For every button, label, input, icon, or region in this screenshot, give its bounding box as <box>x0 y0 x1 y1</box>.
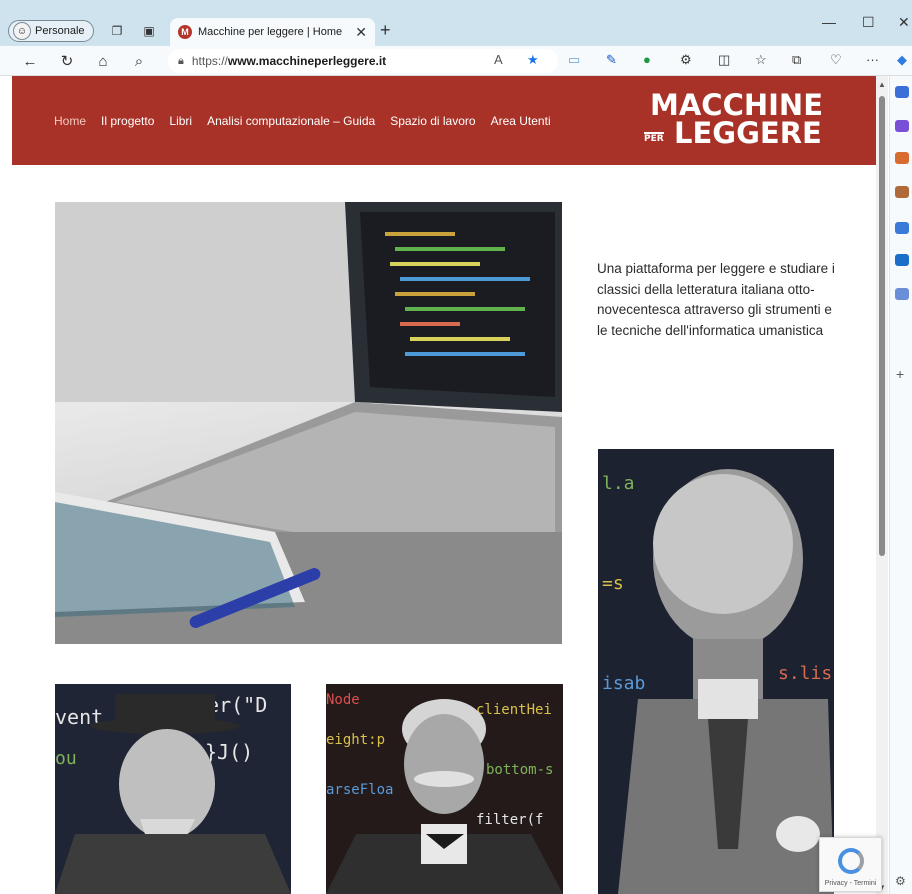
hero-laptop-image <box>55 202 562 644</box>
site-logo[interactable]: MACCHINE PER LEGGERE <box>642 88 842 152</box>
extensions-icon[interactable]: ⚙ <box>680 52 692 68</box>
logo-per: PER <box>644 132 664 144</box>
collections-icon[interactable]: ⧉ <box>792 52 801 68</box>
window-close-button[interactable]: ✕ <box>898 14 910 31</box>
nav-area-utenti[interactable]: Area Utenti <box>491 114 551 128</box>
svg-text:}J(): }J() <box>205 740 253 764</box>
nav-libri[interactable]: Libri <box>169 114 192 128</box>
grammarly-icon[interactable]: ● <box>643 52 651 67</box>
browser-tab-bar: ☺ Personale ❐ ▣ M Macchine per leggere |… <box>0 0 912 46</box>
url-host: www.macchineperleggere.it <box>227 54 387 68</box>
profile-button[interactable]: ☺ Personale <box>8 20 94 42</box>
site-favicon-icon: M <box>178 25 192 39</box>
star-icon[interactable]: ★ <box>527 52 539 68</box>
svg-text:s.lis: s.lis <box>778 663 832 684</box>
edge-sidebar: + ⚙ <box>889 76 912 894</box>
svg-text:arseFloa: arseFloa <box>326 782 393 798</box>
url-scheme: https:// <box>191 54 228 68</box>
svg-text:eight:p: eight:p <box>326 732 385 748</box>
copilot-icon[interactable]: ◆ <box>897 52 907 68</box>
back-icon[interactable]: ← <box>20 51 40 71</box>
svg-text:l.a: l.a <box>602 473 635 494</box>
home-icon[interactable]: ⌂ <box>93 51 113 71</box>
sidebar-outlook-icon[interactable] <box>895 254 909 266</box>
intro-text: Una piattaforma per leggere e studiare i… <box>597 261 835 338</box>
tab-close-icon[interactable]: ✕ <box>355 24 367 41</box>
sidebar-add-icon[interactable]: + <box>896 366 904 382</box>
main-menu: Home Il progetto Libri Analisi computazi… <box>54 114 551 128</box>
browser-essentials-icon[interactable]: ♡ <box>830 52 842 68</box>
sidebar-m365-icon[interactable] <box>895 222 909 234</box>
tab-actions-icon[interactable]: ▣ <box>140 22 158 40</box>
search-icon[interactable]: ⌕ <box>129 51 149 71</box>
profile-label: Personale <box>35 25 85 37</box>
svg-text:isab: isab <box>602 673 645 694</box>
active-tab[interactable]: M Macchine per leggere | Home ✕ <box>170 18 375 46</box>
favorites-icon[interactable]: ☆ <box>755 52 767 68</box>
sidebar-drop-icon[interactable] <box>895 288 909 300</box>
split-screen-icon[interactable]: ◫ <box>718 52 730 68</box>
extension-doc-icon[interactable]: ▭ <box>568 52 580 68</box>
svg-text:=s: =s <box>602 573 624 594</box>
extension-pen-icon[interactable]: ✎ <box>606 52 617 68</box>
svg-text:ou: ou <box>55 748 77 769</box>
svg-text:Node: Node <box>326 692 360 708</box>
scroll-up-icon[interactable]: ▲ <box>878 80 886 89</box>
recaptcha-badge[interactable]: Privacy - Termini <box>819 837 882 892</box>
sidebar-shopping-icon[interactable] <box>895 120 909 132</box>
nav-il-progetto[interactable]: Il progetto <box>101 114 154 128</box>
new-tab-button[interactable]: + <box>380 20 391 41</box>
page-scrollbar[interactable]: ▲ ▼ <box>876 76 888 894</box>
recaptcha-icon <box>837 848 864 874</box>
maximize-button[interactable]: ☐ <box>862 14 875 31</box>
lock-icon[interactable]: 🔒︎ <box>178 55 184 68</box>
refresh-icon[interactable]: ↻ <box>57 51 77 71</box>
svg-text:clientHei: clientHei <box>476 702 552 718</box>
nav-analisi-computazionale[interactable]: Analisi computazionale – Guida <box>207 114 375 128</box>
workspaces-icon[interactable]: ❐ <box>108 22 126 40</box>
address-toolbar: ← ↻ ⌂ ⌕ 🔒︎ https://www.macchineperlegger… <box>0 46 912 76</box>
sidebar-games-icon[interactable] <box>895 186 909 198</box>
tab-title: Macchine per leggere | Home <box>198 26 343 38</box>
sidebar-search-icon[interactable] <box>895 86 909 98</box>
recaptcha-text[interactable]: Privacy - Termini <box>825 880 877 887</box>
scroll-thumb[interactable] <box>879 96 885 556</box>
more-menu-icon[interactable]: ··· <box>866 52 879 67</box>
nav-spazio-di-lavoro[interactable]: Spazio di lavoro <box>390 114 475 128</box>
page-content: Una piattaforma per leggere e studiare i… <box>12 165 882 894</box>
portrait-dannunzio-image: l.a =s isab s.lis <box>598 449 834 894</box>
logo-line-2: LEGGERE <box>674 116 822 150</box>
profile-avatar-icon: ☺ <box>13 22 31 40</box>
sidebar-settings-icon[interactable]: ⚙ <box>895 874 906 888</box>
site-header: Home Il progetto Libri Analisi computazi… <box>12 76 876 165</box>
sidebar-tools-icon[interactable] <box>895 152 909 164</box>
read-aloud-icon[interactable]: A <box>494 52 503 67</box>
portrait-pirandello-image: vent ner("D }J() ou <box>55 684 291 894</box>
minimize-button[interactable]: — <box>822 14 836 30</box>
portrait-verga-image: Node eight:p arseFloa clientHei bottom-s… <box>326 684 563 894</box>
svg-text:filter(f: filter(f <box>476 812 543 828</box>
svg-text:bottom-s: bottom-s <box>486 762 553 778</box>
nav-home[interactable]: Home <box>54 114 86 128</box>
